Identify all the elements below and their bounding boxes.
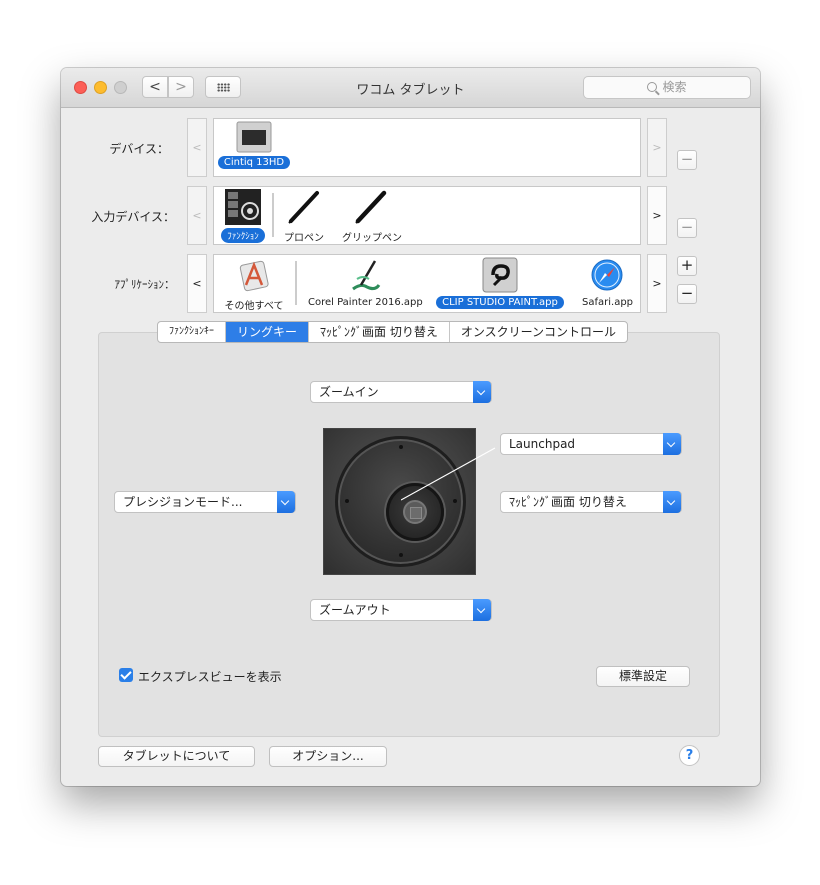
- search-icon: [647, 82, 658, 92]
- device-strip: Cintiq 13HD: [213, 118, 641, 177]
- device-prev-button[interactable]: <: [187, 118, 207, 177]
- chevron-down-icon: [277, 491, 295, 513]
- app-row-label: ｱﾌﾟﾘｹｰｼｮﾝ：: [114, 278, 176, 291]
- tab-mapping-toggle[interactable]: ﾏｯﾋﾟﾝｸﾞ画面 切り替え: [309, 322, 450, 342]
- clip-studio-icon: [482, 257, 518, 293]
- defaults-button[interactable]: 標準設定: [596, 666, 690, 687]
- ring-right-middle-value: ﾏｯﾋﾟﾝｸﾞ画面 切り替え: [509, 495, 627, 509]
- ring-marker: [399, 553, 403, 557]
- corel-painter-icon: [352, 260, 381, 291]
- app-next-button[interactable]: >: [647, 254, 667, 313]
- touch-ring-image: [323, 428, 476, 575]
- input-item-label: プロペン: [284, 233, 324, 244]
- input-item-label: ﾌｧﾝｸｼｮﾝ: [221, 228, 265, 243]
- tab-onscreen-controls[interactable]: オンスクリーンコントロール: [450, 322, 627, 342]
- express-view-label: エクスプレスビューを表示: [138, 670, 282, 684]
- about-tablet-button[interactable]: タブレットについて: [98, 746, 255, 767]
- ring-center-button: [403, 500, 427, 524]
- device-item[interactable]: Cintiq 13HD: [216, 121, 292, 169]
- safari-icon: [591, 259, 623, 291]
- input-item-label: グリップペン: [342, 233, 402, 244]
- ring-right-top-value: Launchpad: [509, 437, 576, 451]
- input-strip: ﾌｧﾝｸｼｮﾝ プロペン グリップペン: [213, 186, 641, 245]
- ring-marker: [453, 499, 457, 503]
- device-next-button[interactable]: >: [647, 118, 667, 177]
- device-row-label: デバイス：: [109, 142, 169, 156]
- function-keys-icon: [225, 189, 261, 225]
- ring-bottom-popup[interactable]: ズームアウト: [310, 599, 492, 621]
- ring-top-popup[interactable]: ズームイン: [310, 381, 492, 403]
- input-item[interactable]: ﾌｧﾝｸｼｮﾝ: [216, 189, 270, 243]
- ring-bottom-value: ズームアウト: [319, 603, 391, 617]
- ring-left-popup[interactable]: プレシジョンモード...: [114, 491, 296, 513]
- pro-pen-icon: [288, 191, 319, 224]
- input-next-button[interactable]: >: [647, 186, 667, 245]
- app-item[interactable]: Safari.app: [576, 257, 638, 309]
- app-item[interactable]: CLIP STUDIO PAINT.app: [428, 257, 572, 309]
- ring-right-top-popup[interactable]: Launchpad: [500, 433, 682, 455]
- ring-inner: [386, 483, 444, 541]
- help-button[interactable]: ?: [679, 745, 700, 766]
- app-item-label: Safari.app: [582, 297, 634, 308]
- express-view-checkbox[interactable]: [119, 668, 133, 682]
- options-button[interactable]: オプション...: [269, 746, 387, 767]
- app-prev-button[interactable]: <: [187, 254, 207, 313]
- ring-marker: [345, 499, 349, 503]
- app-item[interactable]: その他すべて: [216, 257, 292, 313]
- input-row-label: 入力デバイス：: [91, 210, 175, 224]
- tab-function-keys[interactable]: ﾌｧﾝｸｼｮﾝｷｰ: [158, 322, 226, 342]
- remove-input-button[interactable]: −: [677, 218, 697, 238]
- all-apps-icon: [239, 260, 269, 292]
- add-app-button[interactable]: +: [677, 256, 697, 276]
- settings-tabs: ﾌｧﾝｸｼｮﾝｷｰ リングキー ﾏｯﾋﾟﾝｸﾞ画面 切り替え オンスクリーンコン…: [157, 321, 629, 343]
- separator: [295, 261, 297, 305]
- ring-outer: [335, 436, 466, 567]
- preferences-window: < > ワコム タブレット 検索 デバイス： < Cintiq 13HD > −…: [61, 68, 760, 786]
- chevron-down-icon: [473, 599, 491, 621]
- chevron-down-icon: [663, 433, 681, 455]
- app-item[interactable]: Corel Painter 2016.app: [302, 257, 428, 309]
- input-prev-button[interactable]: <: [187, 186, 207, 245]
- app-item-label: CLIP STUDIO PAINT.app: [436, 296, 564, 309]
- app-item-label: その他すべて: [224, 301, 284, 312]
- chevron-down-icon: [473, 381, 491, 403]
- input-item[interactable]: プロペン: [278, 189, 328, 245]
- search-field[interactable]: 検索: [583, 76, 751, 99]
- device-item-label: Cintiq 13HD: [217, 156, 291, 169]
- app-item-label: Corel Painter 2016.app: [308, 297, 423, 308]
- input-item[interactable]: グリップペン: [336, 189, 404, 245]
- ring-left-value: プレシジョンモード...: [123, 495, 243, 509]
- remove-device-button[interactable]: −: [677, 150, 697, 170]
- app-strip: その他すべて Corel Painter 2016.app CLIP STUDI…: [213, 254, 641, 313]
- ring-top-value: ズームイン: [319, 385, 379, 399]
- title-bar: < > ワコム タブレット 検索: [61, 68, 760, 108]
- ring-marker: [399, 445, 403, 449]
- tablet-icon: [236, 121, 272, 153]
- separator: [272, 193, 274, 237]
- search-placeholder: 検索: [662, 80, 687, 94]
- chevron-down-icon: [663, 491, 681, 513]
- remove-app-button[interactable]: −: [677, 284, 697, 304]
- tab-ring-keys[interactable]: リングキー: [226, 322, 310, 342]
- grip-pen-icon: [355, 190, 387, 224]
- ring-right-middle-popup[interactable]: ﾏｯﾋﾟﾝｸﾞ画面 切り替え: [500, 491, 682, 513]
